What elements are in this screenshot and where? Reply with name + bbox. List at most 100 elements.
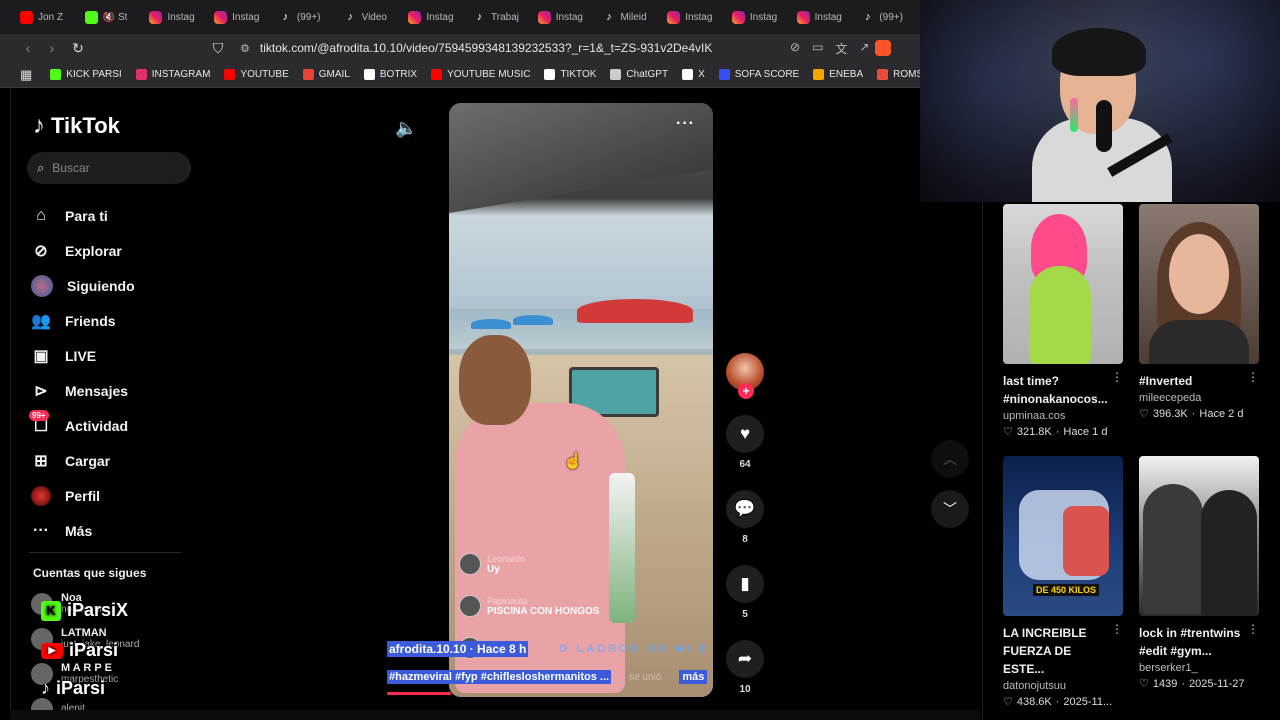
browser-tab[interactable]: Instag: [791, 0, 856, 34]
browser-tab[interactable]: Jon Z: [14, 0, 79, 34]
bookmark-item[interactable]: TIKTOK: [544, 69, 596, 80]
bookmark-item[interactable]: YOUTUBE MUSIC: [431, 69, 530, 80]
caption-more-link[interactable]: más: [679, 670, 708, 684]
browser-tab[interactable]: Instag: [208, 0, 273, 34]
bookmark-item[interactable]: ROMSFUN: [877, 69, 920, 80]
sidebar-item-más[interactable]: ··· Más: [31, 513, 191, 548]
thumbnail-banner: DE 450 KILOS: [1033, 584, 1100, 596]
browser-tab[interactable]: Instag: [402, 0, 467, 34]
caption-author[interactable]: afrodita.10.10 · Hace 8 h: [387, 641, 529, 657]
site-settings-icon[interactable]: ⚙: [240, 42, 250, 55]
share-action[interactable]: ➦ 10: [726, 640, 764, 695]
browser-tab[interactable]: ♪ (99+): [855, 0, 920, 34]
card-title[interactable]: lock in #trentwins #edit #gym...: [1139, 624, 1249, 660]
translate-icon[interactable]: 文: [835, 40, 847, 57]
url-field[interactable]: ⚙ tiktok.com/@afrodita.10.10/video/75945…: [240, 41, 780, 55]
profile-avatar-icon: [31, 485, 51, 506]
inbox-icon: ☐ 99+: [29, 409, 51, 436]
bookmark-icon[interactable]: ⛉: [208, 40, 228, 57]
bookmark-item[interactable]: KICK PARSI: [50, 69, 122, 80]
caption-hashtags[interactable]: #hazmeviral #fyp #chiflesloshermanitos .…: [387, 670, 612, 684]
comment-action[interactable]: 💬 8: [726, 490, 764, 545]
tiktok-page: ♪ TikTok ⌕ ⌂ Para ti ⊘ Explorar Siguiendo 👥 Fr…: [10, 88, 969, 720]
youtube-icon: [20, 10, 33, 24]
bookmark-item[interactable]: SOFA SCORE: [718, 69, 799, 80]
card-title[interactable]: last time? #ninonakanocos...: [1003, 372, 1113, 408]
video-progress-bar[interactable]: [387, 692, 451, 695]
sidebar-item-friends[interactable]: 👥 Friends: [31, 303, 191, 338]
comment-icon[interactable]: 💬: [726, 490, 764, 528]
bookmark-item[interactable]: ChatGPT: [610, 69, 668, 80]
sidebar-item-siguiendo[interactable]: Siguiendo: [31, 268, 191, 303]
search-box[interactable]: ⌕: [27, 152, 191, 184]
recommended-video-card[interactable]: ⋮ lock in #trentwins #edit #gym... berserk…: [1139, 456, 1259, 690]
volume-icon[interactable]: 🔈: [395, 118, 417, 139]
sidebar-item-para-ti[interactable]: ⌂ Para ti: [31, 198, 191, 233]
browser-tab[interactable]: ♪ Trabaj: [467, 0, 532, 34]
tiktok-logo[interactable]: ♪ TikTok: [33, 112, 120, 140]
card-options-icon[interactable]: ⋮: [1247, 370, 1259, 384]
card-options-icon[interactable]: ⋮: [1111, 370, 1123, 384]
bookmark-item[interactable]: GMAIL: [302, 69, 350, 80]
upload-icon: ⊞: [34, 452, 48, 470]
bookmark-item[interactable]: INSTAGRAM: [135, 69, 210, 80]
following-account-name: LATMAN: [61, 626, 107, 639]
browser-tab[interactable]: 🔇 St: [79, 0, 144, 34]
reload-button[interactable]: ↻: [66, 36, 90, 60]
share-icon[interactable]: ↗: [859, 40, 869, 57]
bookmark-item[interactable]: BOTRIX: [363, 69, 417, 80]
video-thumbnail[interactable]: [1139, 204, 1259, 364]
sidebar-item-explorar[interactable]: ⊘ Explorar: [31, 233, 191, 268]
browser-tab[interactable]: Instag: [532, 0, 597, 34]
browser-tab[interactable]: Instag: [661, 0, 726, 34]
card-options-icon[interactable]: ⋮: [1247, 622, 1259, 636]
recommended-video-card[interactable]: DE 450 KILOS ⋮ LA INCREIBLE FUERZA DE ESTE…: [1003, 456, 1123, 708]
chevron-down-icon[interactable]: ﹀: [931, 490, 969, 528]
heart-icon[interactable]: ♥: [726, 415, 764, 453]
bookmark-favicon-icon: [610, 69, 622, 80]
save-action[interactable]: ▮ 5: [726, 565, 764, 620]
video-options-icon[interactable]: ···: [676, 115, 695, 133]
card-options-icon[interactable]: ⋮: [1111, 622, 1123, 636]
video-thumbnail[interactable]: DE 450 KILOS: [1003, 456, 1123, 616]
creator-avatar[interactable]: +: [726, 353, 764, 399]
video-thumbnail[interactable]: [1003, 204, 1123, 364]
card-author[interactable]: datonojutsuu: [1003, 680, 1123, 692]
video-scene-umbrella: [471, 319, 511, 329]
browser-tab[interactable]: ♪ (99+): [273, 0, 338, 34]
card-author[interactable]: mileecepeda: [1139, 392, 1259, 404]
browser-tab[interactable]: ♪ Mileid: [596, 0, 661, 34]
sidebar-item-actividad[interactable]: ☐ 99+ Actividad: [29, 408, 191, 443]
browser-tab[interactable]: Instag: [143, 0, 208, 34]
browser-tab[interactable]: ♪ Video: [338, 0, 403, 34]
chevron-up-icon[interactable]: ︿: [931, 440, 969, 478]
sidebar-item-cargar[interactable]: ⊞ Cargar: [31, 443, 191, 478]
follow-plus-button[interactable]: +: [738, 383, 754, 399]
bookmark-item[interactable]: X: [682, 69, 705, 80]
recommended-video-card[interactable]: ⋮ #Inverted mileecepeda ♡ 396.3K · Hace 2 d: [1139, 204, 1259, 420]
back-button[interactable]: ‹: [16, 36, 40, 60]
tracking-off-icon[interactable]: ⊘: [790, 40, 800, 57]
sidebar-item-mensajes[interactable]: ⊳ Mensajes: [31, 373, 191, 408]
bookmark-save-icon[interactable]: ▮: [726, 565, 764, 603]
search-input[interactable]: [52, 161, 173, 175]
like-action[interactable]: ♥ 64: [726, 415, 764, 470]
card-author[interactable]: upminaa.cos: [1003, 410, 1123, 422]
card-title[interactable]: LA INCREIBLE FUERZA DE ESTE...: [1003, 624, 1113, 678]
video-thumbnail[interactable]: [1139, 456, 1259, 616]
brave-shield-icon[interactable]: [875, 40, 892, 56]
sidebar-item-live[interactable]: ▣ LIVE: [31, 338, 191, 373]
apps-grid-icon[interactable]: ▦: [20, 67, 32, 83]
card-author[interactable]: berserker1_: [1139, 662, 1259, 674]
cast-icon[interactable]: ▭: [812, 40, 823, 57]
card-title[interactable]: #Inverted: [1139, 372, 1249, 390]
browser-tab[interactable]: Instag: [726, 0, 791, 34]
sidebar-item-perfil[interactable]: Perfil: [31, 478, 191, 513]
sidebar-item-label: Actividad: [65, 417, 129, 434]
bookmark-item[interactable]: YOUTUBE: [224, 69, 289, 80]
bookmark-item[interactable]: ENEBA: [813, 69, 863, 80]
forward-button[interactable]: ›: [40, 36, 64, 60]
video-player[interactable]: ··· ☝ Leonardo Uy Papinauta PISCINA CON HON…: [449, 103, 713, 697]
share-arrow-icon[interactable]: ➦: [726, 640, 764, 678]
recommended-video-card[interactable]: ⋮ last time? #ninonakanocos... upminaa.cos…: [1003, 204, 1123, 438]
